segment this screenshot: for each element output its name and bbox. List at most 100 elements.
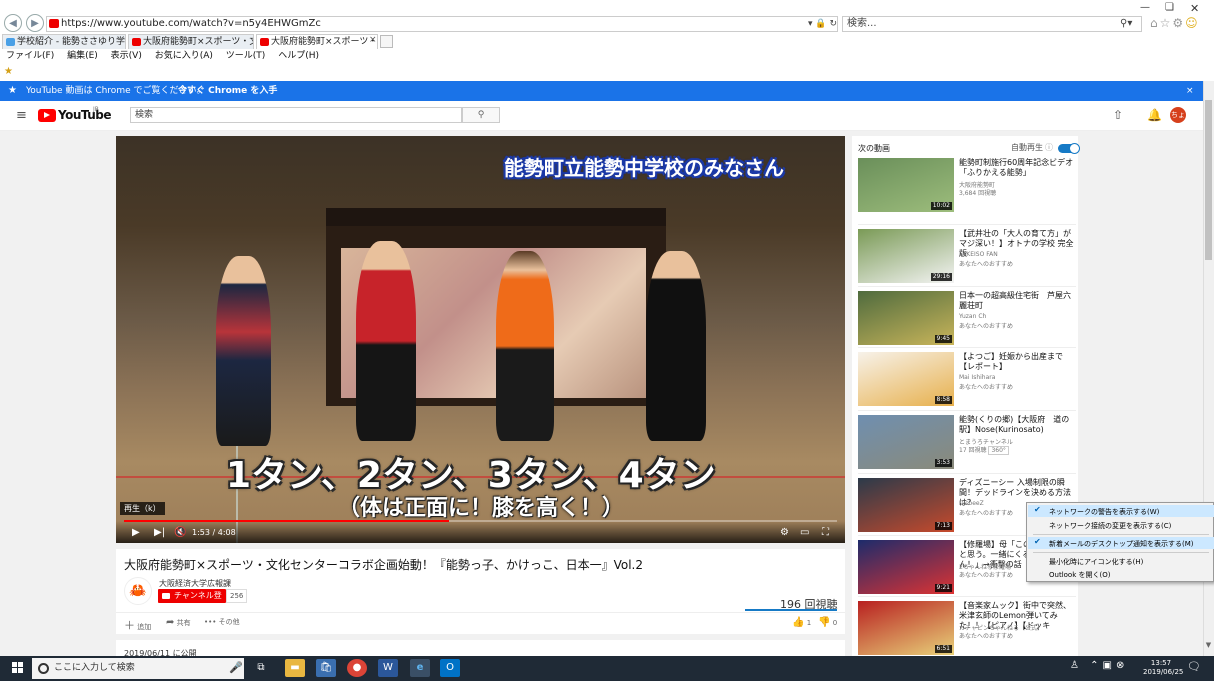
channel-name[interactable]: 大阪経済大学広報課 xyxy=(159,578,231,589)
system-tray[interactable]: ♙ ⌃▣⊗ xyxy=(1070,660,1128,671)
recommendation-title[interactable]: 能勢町制施行60周年記念ビデオ「ふりかえる能勢」 xyxy=(959,158,1075,178)
menu-file[interactable]: ファイル(F) xyxy=(6,50,54,62)
recommendation-title[interactable]: 能勢(くりの郷)【大阪府 道の駅】Nose(Kurinosato) xyxy=(959,415,1075,435)
tab-school[interactable]: 学校紹介 - 能勢ささゆり学園 【... xyxy=(2,34,126,49)
network-icon[interactable]: ▣ xyxy=(1103,660,1116,671)
settings-icon[interactable]: ⚙ xyxy=(780,527,789,538)
forward-button[interactable]: ▶ xyxy=(26,14,44,32)
recommendation-item[interactable]: 3:53 能勢(くりの郷)【大阪府 道の駅】Nose(Kurinosato) とまう… xyxy=(858,410,1078,475)
theater-mode-icon[interactable]: ▭ xyxy=(800,527,809,538)
bell-icon[interactable]: 🔔 xyxy=(1147,108,1162,122)
restore-button[interactable]: ❏ xyxy=(1165,2,1174,13)
more-button[interactable]: ••• その他 xyxy=(204,617,240,627)
new-tab-button[interactable] xyxy=(380,35,393,48)
recommendation-thumbnail[interactable]: 7:13 xyxy=(858,478,954,532)
user-avatar[interactable]: ちょ xyxy=(1170,107,1186,123)
recommendation-title[interactable]: 【よつご】妊娠から出産まで【レポート】 xyxy=(959,352,1075,372)
video-player[interactable]: 能勢町立能勢中学校のみなさん 1タン、2タン、3タン、4タン （体は正面に！膝を… xyxy=(116,136,845,543)
recommendation-thumbnail[interactable]: 9:45 xyxy=(858,291,954,345)
refresh-icon[interactable]: ↻ xyxy=(830,19,838,29)
dropdown-icon[interactable]: ▾ xyxy=(808,19,813,29)
microphone-icon[interactable]: 🎤 xyxy=(229,661,243,674)
like-button[interactable]: 👍 1 xyxy=(792,617,811,628)
windows-start-icon[interactable] xyxy=(12,662,24,674)
ctx-item-open-outlook[interactable]: Outlook を開く(O) xyxy=(1049,570,1110,580)
menu-help[interactable]: ヘルプ(H) xyxy=(278,50,319,62)
thumbs-down-icon: 👎 xyxy=(818,617,831,628)
play-icon[interactable]: ▶ xyxy=(132,527,140,538)
share-button[interactable]: ➦ 共有 xyxy=(166,617,191,628)
file-explorer-icon[interactable]: ▬ xyxy=(285,659,305,677)
person-icon[interactable]: ♙ xyxy=(1070,660,1083,671)
store-icon[interactable]: 🛍 xyxy=(316,659,336,677)
tab-close-button[interactable]: × xyxy=(369,35,377,45)
thumbs-up-icon: 👍 xyxy=(792,617,805,628)
chrome-icon[interactable]: ● xyxy=(347,659,367,677)
recommendation-item[interactable]: 10:02 能勢町制施行60周年記念ビデオ「ふりかえる能勢」 大阪府能勢町 3,684… xyxy=(858,158,1078,218)
ctx-item-mail-notify[interactable]: 新着メールのデスクトップ通知を表示する(M) xyxy=(1049,539,1194,549)
next-icon[interactable]: ▶| xyxy=(154,527,165,538)
taskbar-search-input[interactable]: ここに入力して検索 xyxy=(32,658,244,679)
back-button[interactable]: ◀ xyxy=(4,14,22,32)
outlook-icon[interactable]: O xyxy=(440,659,460,677)
menu-view[interactable]: 表示(V) xyxy=(111,50,142,62)
word-icon[interactable]: W xyxy=(378,659,398,677)
star-icon[interactable]: ☆ xyxy=(1160,16,1173,30)
dislike-button[interactable]: 👎 0 xyxy=(818,617,837,628)
hamburger-menu-icon[interactable]: ≡ xyxy=(16,108,27,123)
banner-close-button[interactable]: × xyxy=(1186,81,1194,101)
recommendation-item[interactable]: 6:51 【音楽家ムック】街中で突然、米津玄師のLemon弾いてみた！！【ピアノ】… xyxy=(858,596,1078,661)
mute-icon[interactable]: 🔇 xyxy=(174,527,186,538)
info-icon[interactable]: ⓘ xyxy=(1045,142,1053,153)
menu-tools[interactable]: ツール(T) xyxy=(226,50,266,62)
recommendation-item[interactable]: 29:16 【武井壮の「大人の育て方」がマジ深い！】オトナの学校 完全版 TAKEI… xyxy=(858,224,1078,289)
recommendation-item[interactable]: 9:45 日本一の超高級住宅街 芦屋六麗荘町 Yuzan Ch あなたへのおすすめ xyxy=(858,286,1078,351)
address-bar[interactable]: https://www.youtube.com/watch?v=n5y4EHWG… xyxy=(46,16,838,32)
recommendation-channel: DisbeeZ xyxy=(959,500,984,507)
address-tools[interactable]: ▾ 🔒 ↻ xyxy=(808,16,837,32)
close-window-button[interactable]: ✕ xyxy=(1190,2,1199,15)
banner-link[interactable]: 今すぐ Chrome を入手 xyxy=(178,81,277,101)
scrollbar-thumb[interactable] xyxy=(1205,100,1212,260)
menu-edit[interactable]: 編集(E) xyxy=(67,50,98,62)
outlook-tray-icon[interactable]: ⊗ xyxy=(1116,660,1128,671)
dancer xyxy=(216,256,271,446)
recommendation-thumbnail[interactable]: 6:51 xyxy=(858,601,954,655)
youtube-search-button[interactable]: ⚲ xyxy=(462,107,500,123)
recommendation-thumbnail[interactable]: 9:21 xyxy=(858,540,954,594)
search-icon[interactable]: ⚲▾ xyxy=(1120,16,1132,32)
task-view-icon[interactable]: ⧉ xyxy=(251,659,271,677)
browser-toolbar-icons[interactable]: ⌂☆⚙☺ xyxy=(1150,16,1200,30)
clock[interactable]: 13:57 2019/06/25 xyxy=(1143,659,1183,677)
recommendation-channel: Yuzan Ch xyxy=(959,313,987,320)
recommendation-thumbnail[interactable]: 10:02 xyxy=(858,158,954,212)
ctx-item-minimize-icon[interactable]: 最小化時にアイコン化する(H) xyxy=(1049,557,1143,567)
scroll-down-icon[interactable]: ▼ xyxy=(1203,641,1214,649)
autoplay-toggle-knob[interactable] xyxy=(1069,143,1080,154)
chevron-up-icon[interactable]: ⌃ xyxy=(1090,660,1102,671)
tab-video-1[interactable]: 大阪府能勢町×スポーツ・文化セ... xyxy=(128,34,254,49)
fullscreen-icon[interactable]: ⛶ xyxy=(822,527,829,538)
browser-search-input[interactable]: 検索... xyxy=(842,16,1142,32)
tab-video-2[interactable]: 大阪府能勢町×スポーツ・文化... xyxy=(256,34,378,49)
ctx-item-network-warning[interactable]: ネットワークの警告を表示する(W) xyxy=(1049,507,1159,517)
upload-icon[interactable]: ⇧ xyxy=(1113,108,1123,122)
home-icon[interactable]: ⌂ xyxy=(1150,16,1160,30)
recommendation-title[interactable]: 日本一の超高級住宅街 芦屋六麗荘町 xyxy=(959,291,1075,311)
recommendation-thumbnail[interactable]: 3:53 xyxy=(858,415,954,469)
ctx-item-network-change[interactable]: ネットワーク接続の変更を表示する(C) xyxy=(1049,521,1171,531)
recommendation-thumbnail[interactable]: 8:58 xyxy=(858,352,954,406)
internet-explorer-icon[interactable]: e xyxy=(410,659,430,677)
channel-avatar[interactable]: 🦀 xyxy=(124,577,152,605)
menu-favorites[interactable]: お気に入り(A) xyxy=(155,50,213,62)
notification-icon[interactable]: 🗨 xyxy=(1187,660,1201,673)
smiley-icon[interactable]: ☺ xyxy=(1185,16,1200,30)
minimize-button[interactable]: — xyxy=(1140,2,1150,13)
recommendation-item[interactable]: 8:58 【よつご】妊娠から出産まで【レポート】 Mai Ishihara あなたへの… xyxy=(858,347,1078,412)
favorites-star-icon[interactable]: ★ xyxy=(4,66,13,77)
youtube-search-input[interactable]: 検索 xyxy=(130,107,462,123)
add-button[interactable]: ＋ 追加 xyxy=(124,617,151,633)
gear-icon[interactable]: ⚙ xyxy=(1172,16,1185,30)
recommendation-thumbnail[interactable]: 29:16 xyxy=(858,229,954,283)
youtube-logo-text[interactable]: YouTube xyxy=(58,108,112,122)
